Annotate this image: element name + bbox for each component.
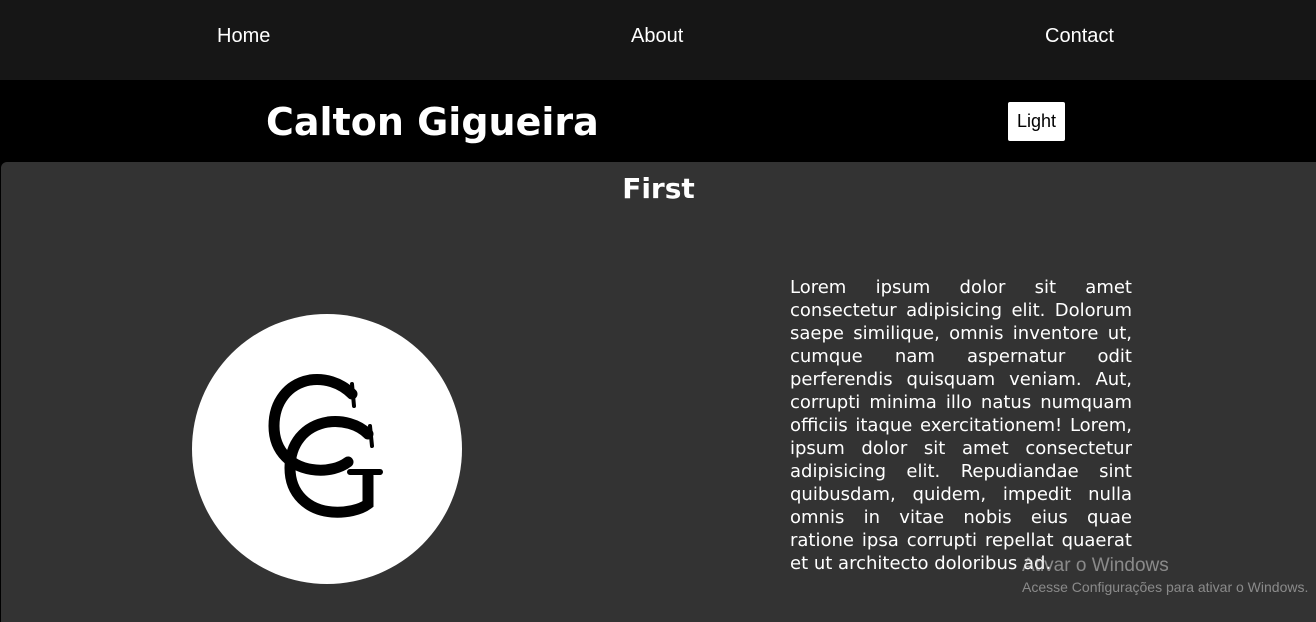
cg-monogram-logo	[192, 314, 462, 584]
first-section: First Lorem ipsum dolor sit amet consect…	[1, 162, 1316, 622]
nav-link-home[interactable]: Home	[217, 24, 270, 48]
section-title: First	[622, 172, 695, 205]
top-navigation: Home About Contact	[0, 0, 1316, 80]
nav-link-contact[interactable]: Contact	[1045, 24, 1114, 48]
cg-monogram-icon	[268, 374, 383, 518]
site-title: Calton Gigueira	[266, 100, 599, 144]
nav-link-about[interactable]: About	[631, 24, 683, 48]
section-body-text: Lorem ipsum dolor sit amet consectetur a…	[790, 277, 1132, 574]
theme-toggle-button[interactable]: Light	[1008, 102, 1065, 141]
site-header: Calton Gigueira Light	[0, 80, 1316, 162]
